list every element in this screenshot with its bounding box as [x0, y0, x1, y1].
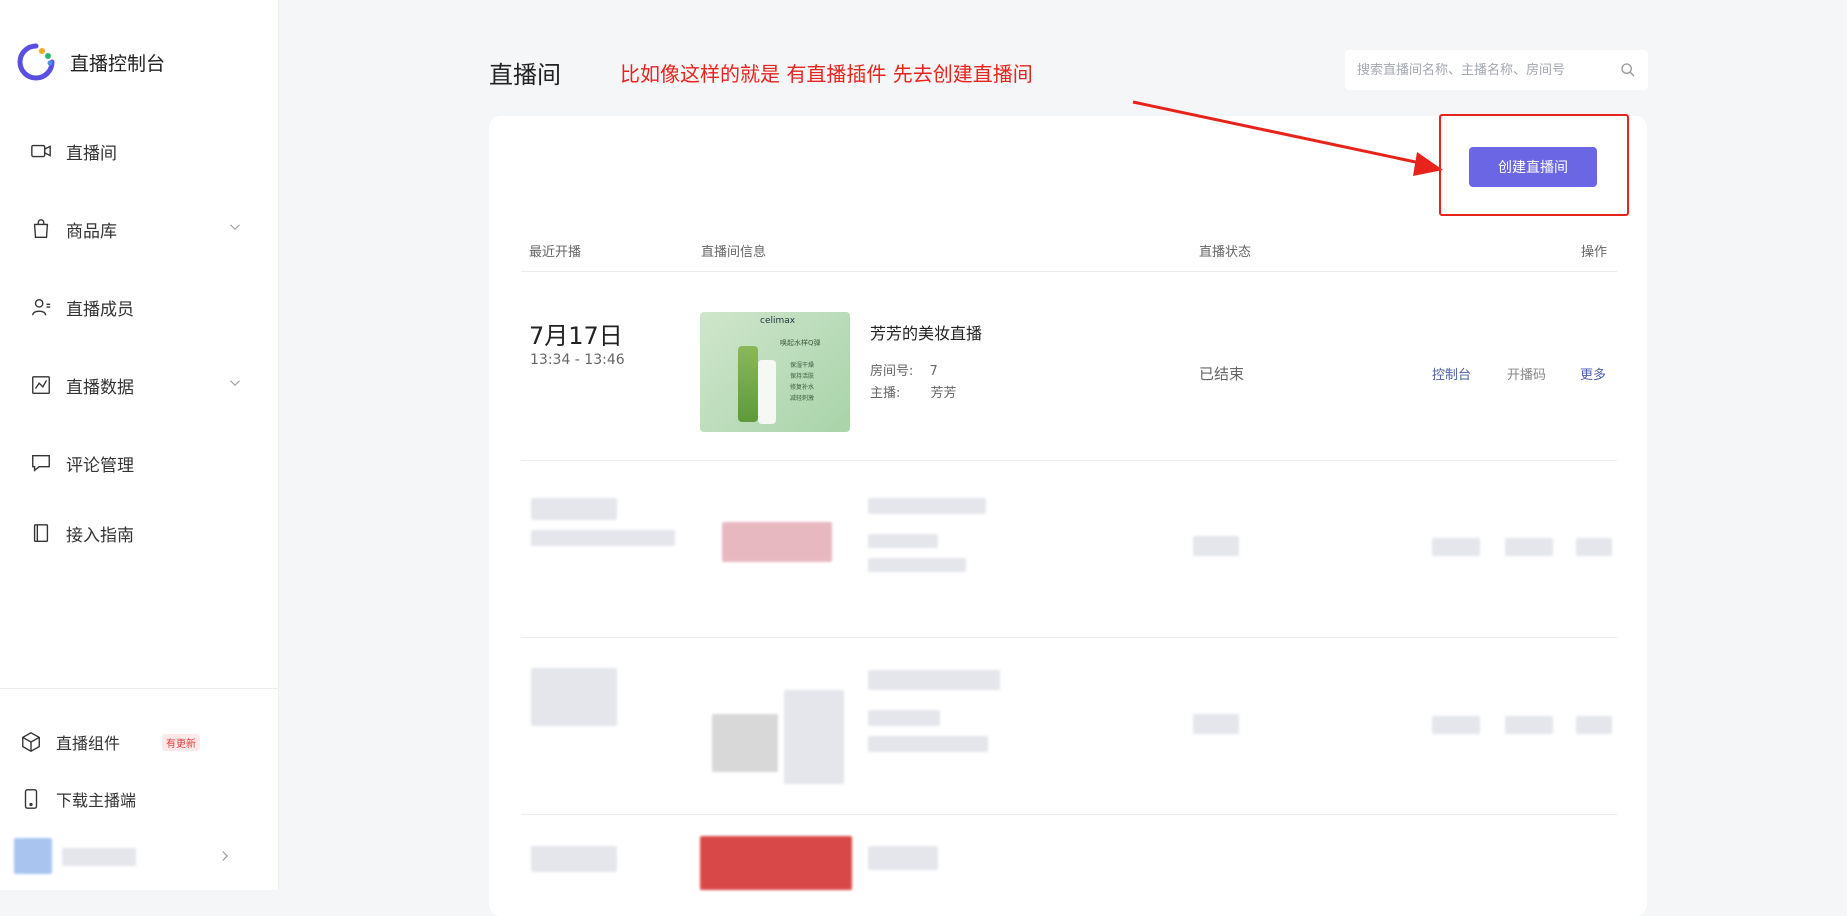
- column-header-info: 直播间信息: [701, 245, 767, 260]
- brand-logo-icon: [17, 43, 55, 81]
- room-number-value: 7: [929, 364, 938, 379]
- mobile-phone-icon: [24, 789, 38, 809]
- blurred-meta: [868, 736, 988, 752]
- host-label: 主播:: [870, 386, 901, 401]
- blurred-title: [868, 846, 938, 870]
- annotation-highlight-box: [1439, 114, 1629, 216]
- annotation-arrow: [1132, 100, 1443, 176]
- sidebar-item-live-room[interactable]: 直播间: [30, 136, 244, 166]
- host-value: 芳芳: [930, 386, 957, 401]
- annotation-note: 比如像这样的就是 有直播插件 先去创建直播间: [620, 62, 1033, 86]
- room-number: 房间号: 7: [870, 360, 938, 379]
- sidebar-download-host[interactable]: 下载主播端: [20, 787, 136, 811]
- page-title: 直播间: [489, 61, 561, 89]
- blurred-thumbnail: [700, 836, 852, 890]
- sidebar-item-label: 接入指南: [66, 525, 134, 546]
- product-bottle-white: [758, 360, 776, 424]
- more-link[interactable]: 更多: [1580, 364, 1606, 383]
- sidebar-item-data[interactable]: 直播数据: [30, 370, 244, 400]
- chart-icon: [32, 376, 50, 394]
- blurred-date: [531, 498, 617, 520]
- product-bottle-green: [738, 346, 758, 422]
- live-component-label: 直播组件: [56, 734, 121, 753]
- sidebar-item-label: 直播成员: [66, 299, 134, 320]
- sidebar-item-label: 直播数据: [66, 377, 134, 398]
- download-host-label: 下载主播端: [56, 791, 137, 810]
- row-divider: [521, 637, 1617, 638]
- broadcast-code-link[interactable]: 开播码: [1507, 364, 1546, 383]
- sidebar: 直播控制台 直播间 商品库 直播成员 直播数据 评论管理 接入指南 直播组件 有…: [0, 0, 279, 890]
- live-room-thumbnail: celimax 唤起水样Q弹 保湿干燥 保持活肤 修复补水 减轻刺激: [700, 312, 850, 432]
- blurred-status: [1193, 536, 1239, 556]
- row-date: 7月17日: [529, 322, 623, 350]
- avatar: [14, 838, 52, 874]
- cube-icon: [22, 732, 40, 752]
- search-box[interactable]: [1345, 50, 1648, 90]
- blurred-action: [1505, 716, 1553, 734]
- user-name-blurred: [62, 848, 136, 866]
- sidebar-divider: [0, 688, 278, 689]
- blurred-meta: [868, 710, 940, 726]
- comment-icon: [32, 454, 50, 472]
- blurred-meta: [868, 534, 938, 548]
- sidebar-item-label: 商品库: [66, 221, 117, 242]
- blurred-thumbnail: [712, 714, 778, 772]
- search-input[interactable]: [1355, 50, 1609, 90]
- sidebar-item-comments[interactable]: 评论管理: [30, 448, 244, 478]
- blurred-title: [868, 498, 986, 514]
- user-profile[interactable]: [14, 838, 234, 874]
- blurred-status: [1193, 714, 1239, 734]
- column-header-actions: 操作: [1581, 245, 1608, 260]
- blurred-meta: [868, 558, 966, 572]
- chevron-down-icon[interactable]: [226, 374, 244, 392]
- column-header-status: 直播状态: [1199, 245, 1252, 260]
- blurred-thumbnail: [722, 522, 832, 562]
- video-camera-icon: [31, 144, 51, 158]
- blurred-action: [1505, 538, 1553, 556]
- book-icon: [33, 524, 49, 542]
- blurred-title: [868, 670, 1000, 690]
- room-name: 芳芳的美妆直播: [870, 324, 983, 343]
- user-icon: [32, 298, 51, 316]
- sidebar-item-products[interactable]: 商品库: [30, 214, 244, 244]
- blurred-thumbnail: [784, 690, 844, 784]
- chevron-right-icon[interactable]: [216, 847, 234, 865]
- column-header-recent: 最近开播: [529, 245, 582, 260]
- row-time: 13:34 - 13:46: [530, 352, 625, 368]
- update-badge: 有更新: [162, 733, 201, 751]
- blurred-action: [1432, 716, 1480, 734]
- sidebar-item-label: 直播间: [66, 143, 117, 164]
- blurred-date: [531, 846, 617, 872]
- thumbnail-brand: celimax: [760, 316, 796, 326]
- thumbnail-slogan: 唤起水样Q弹: [780, 339, 821, 347]
- sidebar-live-component[interactable]: 直播组件 有更新: [20, 730, 201, 754]
- brand-title: 直播控制台: [70, 52, 166, 75]
- product-features: 保湿干燥 保持活肤 修复补水 减轻刺激: [790, 362, 815, 402]
- sidebar-item-members[interactable]: 直播成员: [30, 292, 244, 322]
- header-divider: [521, 271, 1617, 272]
- search-icon[interactable]: [1620, 62, 1636, 78]
- brand: 直播控制台: [16, 40, 165, 84]
- row-divider: [521, 460, 1617, 461]
- blurred-action: [1576, 538, 1612, 556]
- blurred-time: [531, 530, 675, 546]
- sidebar-item-label: 评论管理: [66, 455, 134, 476]
- room-number-label: 房间号:: [870, 364, 914, 379]
- host-info: 主播: 芳芳: [870, 382, 957, 401]
- sidebar-item-guide[interactable]: 接入指南: [30, 518, 244, 548]
- blurred-action: [1432, 538, 1480, 556]
- status-text: 已结束: [1199, 365, 1245, 383]
- blurred-date: [531, 668, 617, 726]
- live-room-card: [489, 116, 1647, 916]
- blurred-action: [1576, 716, 1612, 734]
- console-link[interactable]: 控制台: [1432, 364, 1471, 383]
- row-divider: [521, 814, 1617, 815]
- chevron-down-icon[interactable]: [226, 218, 244, 236]
- shopping-bag-icon: [33, 219, 49, 238]
